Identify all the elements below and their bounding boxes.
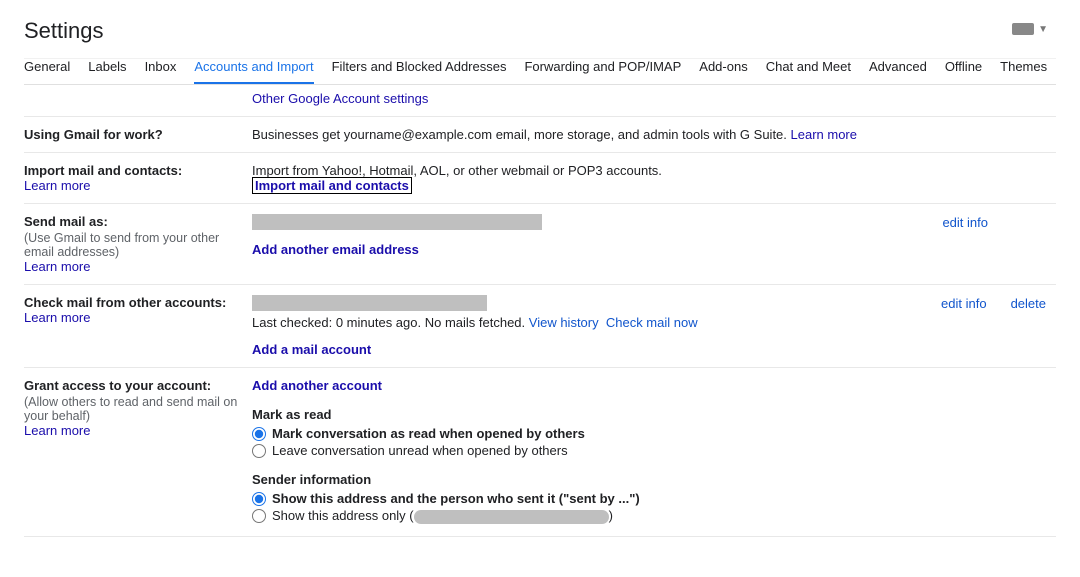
tab-labels[interactable]: Labels [88,59,126,84]
add-another-email-link[interactable]: Add another email address [252,242,419,257]
last-checked-text: Last checked: 0 minutes ago. No mails fe… [252,315,529,330]
tab-addons[interactable]: Add-ons [699,59,747,84]
tab-advanced[interactable]: Advanced [869,59,927,84]
sender-info-radio-1[interactable] [252,492,266,506]
add-another-account-link[interactable]: Add another account [252,378,382,393]
check-mail-learn-more-link[interactable]: Learn more [24,310,90,325]
account-settings-partial: Other Google Account settings [24,91,1056,116]
send-as-address-redacted [252,214,542,230]
mark-read-label-1[interactable]: Mark conversation as read when opened by… [272,426,585,441]
import-mail-label: Import mail and contacts: [24,163,252,178]
view-history-link[interactable]: View history [529,315,599,330]
check-mail-label: Check mail from other accounts: [24,295,252,310]
mark-read-radio-2[interactable] [252,444,266,458]
sender-info-label-1[interactable]: Show this address and the person who sen… [272,491,640,506]
section-grant-access: Grant access to your account: (Allow oth… [24,367,1056,536]
check-mail-delete-link[interactable]: delete [1011,296,1046,311]
page-title: Settings [24,0,104,58]
import-mail-contacts-link[interactable]: Import mail and contacts [252,177,412,194]
tab-forwarding[interactable]: Forwarding and POP/IMAP [524,59,681,84]
tab-inbox[interactable]: Inbox [145,59,177,84]
keyboard-icon [1012,23,1034,35]
send-as-edit-info-link[interactable]: edit info [942,215,988,230]
grant-access-label: Grant access to your account: [24,378,252,393]
tab-filters[interactable]: Filters and Blocked Addresses [332,59,507,84]
grant-access-sublabel: (Allow others to read and send mail on y… [24,395,252,423]
check-mail-address-redacted [252,295,487,311]
send-mail-as-label: Send mail as: [24,214,252,229]
settings-tabs: General Labels Inbox Accounts and Import… [24,59,1056,85]
section-send-mail-as: Send mail as: (Use Gmail to send from yo… [24,203,1056,284]
gmail-for-work-learn-more-link[interactable]: Learn more [791,127,857,142]
send-mail-as-sublabel: (Use Gmail to send from your other email… [24,231,252,259]
gmail-for-work-label: Using Gmail for work? [24,127,252,142]
mark-as-read-heading: Mark as read [252,407,1056,422]
sender-info-label-2[interactable]: Show this address only () [272,508,613,524]
tab-chat[interactable]: Chat and Meet [766,59,851,84]
grant-access-learn-more-link[interactable]: Learn more [24,423,90,438]
tab-offline[interactable]: Offline [945,59,982,84]
gmail-for-work-text: Businesses get yourname@example.com emai… [252,127,791,142]
import-description: Import from Yahoo!, Hotmail, AOL, or oth… [252,163,1056,178]
tab-themes[interactable]: Themes [1000,59,1047,84]
other-google-account-settings-link[interactable]: Other Google Account settings [252,91,1056,106]
chevron-down-icon: ▼ [1038,24,1048,35]
mark-read-label-2[interactable]: Leave conversation unread when opened by… [272,443,568,458]
send-mail-as-learn-more-link[interactable]: Learn more [24,259,90,274]
import-learn-more-link[interactable]: Learn more [24,178,90,193]
sender-info-radio-2[interactable] [252,509,266,523]
tab-accounts-import[interactable]: Accounts and Import [194,59,313,84]
section-import-mail: Import mail and contacts: Learn more Imp… [24,152,1056,203]
tab-general[interactable]: General [24,59,70,84]
mark-read-radio-1[interactable] [252,427,266,441]
check-mail-now-link[interactable]: Check mail now [606,315,698,330]
check-mail-edit-info-link[interactable]: edit info [941,296,987,311]
sender-info-heading: Sender information [252,472,1056,487]
section-gmail-for-work: Using Gmail for work? Businesses get you… [24,116,1056,152]
section-check-mail: Check mail from other accounts: Learn mo… [24,284,1056,367]
add-mail-account-link[interactable]: Add a mail account [252,342,371,357]
input-tools-selector[interactable]: ▼ [1012,23,1056,35]
sender-address-redacted [414,510,609,524]
